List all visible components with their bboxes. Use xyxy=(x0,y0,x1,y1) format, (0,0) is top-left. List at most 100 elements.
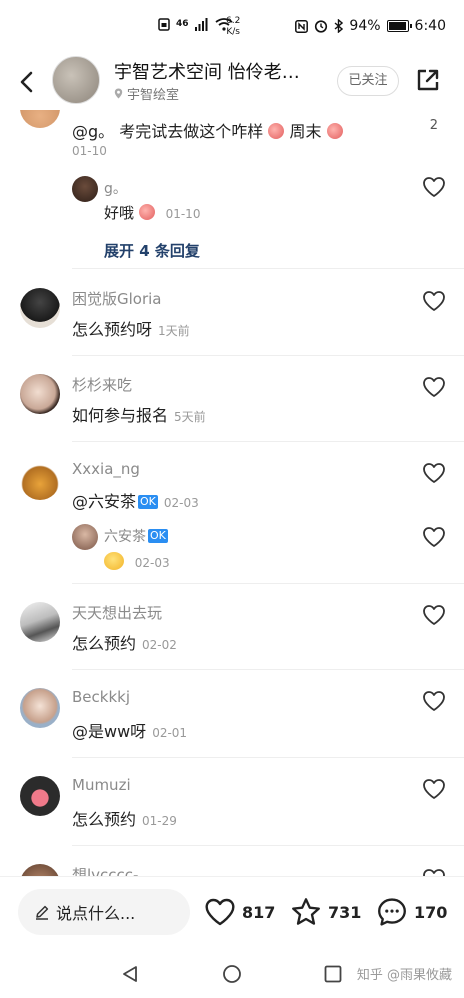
reply-text: 好哦 01-10 xyxy=(104,202,200,223)
comment-username[interactable]: 天天想出去玩 xyxy=(72,602,162,623)
commenter-avatar[interactable] xyxy=(20,602,60,642)
heart-icon[interactable] xyxy=(422,526,446,548)
heart-icon[interactable] xyxy=(422,778,446,800)
sim-icon xyxy=(158,18,170,31)
comment-username[interactable]: Beckkkj xyxy=(72,688,130,706)
header: 宇智艺术空间 怡伶老… 宇智绘室 已关注 xyxy=(0,56,464,110)
comment-body: @g。 考完试去做这个咋样 xyxy=(72,122,264,141)
author-avatar[interactable] xyxy=(52,56,100,104)
comment-item: 杉杉来吃 如何参与报名 5天前 xyxy=(0,356,464,442)
comment-username[interactable]: Xxxia_ng xyxy=(72,460,140,478)
share-icon[interactable] xyxy=(414,66,442,94)
peach-emoji-icon xyxy=(138,204,155,220)
location-label: 宇智绘室 xyxy=(127,88,180,103)
commenter-avatar[interactable] xyxy=(20,288,60,328)
comment-body: 如何参与报名 xyxy=(72,406,169,425)
heart-icon[interactable] xyxy=(422,462,446,484)
bottom-action-bar: 说点什么... 817 731 170 xyxy=(0,876,464,950)
heart-icon[interactable] xyxy=(422,604,446,626)
watermark: 知乎 @雨果攸藏 xyxy=(356,968,452,983)
nav-back-icon[interactable] xyxy=(120,964,140,984)
comment-body: @六安茶 xyxy=(72,492,137,511)
expand-replies-link[interactable]: 展开 4 条回复 xyxy=(104,240,200,261)
status-right: 94% 6:40 xyxy=(295,18,446,34)
commenter-avatar[interactable] xyxy=(20,110,60,128)
heart-icon[interactable] xyxy=(422,690,446,712)
comment-text: 如何参与报名 5天前 xyxy=(72,402,206,426)
comment-date: 1天前 xyxy=(158,324,190,338)
comment-input-placeholder: 说点什么... xyxy=(56,904,136,923)
bluetooth-icon xyxy=(334,19,344,33)
comment-date: 02-01 xyxy=(152,726,188,740)
commenter-avatar[interactable] xyxy=(20,688,60,728)
comment-item: Beckkkj @是ww呀 02-01 xyxy=(0,670,464,758)
divider xyxy=(72,268,464,269)
ok-badge: OK xyxy=(138,495,158,509)
comment-username[interactable]: Mumuzi xyxy=(72,776,131,794)
net-speed-value: 6.2 xyxy=(226,16,241,26)
comment-text: @是ww呀 02-01 xyxy=(72,718,187,742)
commenter-avatar[interactable] xyxy=(20,460,60,500)
reply-username[interactable]: 六安茶 OK xyxy=(104,526,168,546)
comment-text: @六安茶 OK 02-03 xyxy=(72,488,199,512)
nfc-icon xyxy=(295,19,309,33)
nav-home-icon[interactable] xyxy=(222,964,242,984)
net-speed: 6.2 K/s xyxy=(226,16,240,38)
net-speed-unit: K/s xyxy=(226,27,240,37)
star-icon xyxy=(292,898,320,925)
signal-icon xyxy=(194,18,208,31)
comment-body: 怎么预约 xyxy=(72,634,137,653)
comment-button[interactable]: 170 xyxy=(376,897,447,927)
comment-list[interactable]: @g。 考完试去做这个咋样 周末 2 01-10 g。 好哦 01-10 展开 … xyxy=(0,110,464,876)
heart-icon[interactable] xyxy=(422,868,446,876)
battery-icon xyxy=(386,20,412,32)
peach-emoji-icon xyxy=(268,123,285,139)
reply-body: 好哦 xyxy=(104,204,135,222)
comment-text: @g。 考完试去做这个咋样 周末 xyxy=(72,118,343,142)
location-pin-icon xyxy=(114,88,123,99)
comment-item: Xxxia_ng @六安茶 OK 02-03 六安茶 OK 02-03 xyxy=(0,442,464,584)
reply-username[interactable]: g。 xyxy=(104,178,127,198)
comment-text: 怎么预约呀 1天前 xyxy=(72,316,190,340)
comment-date: 5天前 xyxy=(174,410,206,424)
like-button[interactable]: 817 xyxy=(204,897,275,927)
author-name[interactable]: 宇智艺术空间 怡伶老… xyxy=(114,58,320,84)
ok-badge: OK xyxy=(148,529,168,543)
note-detail-page: 46 6.2 K/s 94% 6:40 宇智艺术空间 怡伶老… 宇智绘室 已关注 xyxy=(0,0,464,998)
status-bar: 46 6.2 K/s 94% 6:40 xyxy=(0,0,464,56)
comment-item: 困觉版Gloria 怎么预约呀 1天前 xyxy=(0,270,464,356)
comment-username[interactable]: 杉杉来吃 xyxy=(72,374,132,395)
collect-count: 731 xyxy=(328,902,362,922)
heart-icon[interactable] xyxy=(422,176,446,198)
reply-avatar[interactable] xyxy=(72,524,98,550)
comment-username[interactable]: 困觉版Gloria xyxy=(72,288,162,309)
comment-input[interactable]: 说点什么... xyxy=(18,889,190,935)
commenter-avatar[interactable] xyxy=(20,374,60,414)
commenter-avatar[interactable] xyxy=(20,864,60,876)
comment-body: @是ww呀 xyxy=(72,722,147,741)
collect-button[interactable]: 731 xyxy=(290,897,361,927)
comment-username[interactable]: 想lvcccc- xyxy=(72,864,138,876)
system-nav-bar: 知乎 @雨果攸藏 xyxy=(0,950,464,998)
nav-recents-icon[interactable] xyxy=(323,964,343,984)
peach-emoji-icon xyxy=(326,123,343,139)
comment-item: 想lvcccc- xyxy=(0,846,464,876)
signal-group: 46 xyxy=(158,18,233,31)
comment-item: 天天想出去玩 怎么预约 02-02 xyxy=(0,584,464,670)
comment-bubble-icon xyxy=(378,898,406,926)
comment-text: 怎么预约 01-29 xyxy=(72,806,177,830)
reply-avatar[interactable] xyxy=(72,176,98,202)
follow-button[interactable]: 已关注 xyxy=(337,66,399,96)
heart-icon xyxy=(205,898,235,926)
heart-icon[interactable] xyxy=(422,376,446,398)
reply-username-text: 六安茶 xyxy=(104,529,146,545)
clock: 6:40 xyxy=(414,18,446,34)
reply-text: 02-03 xyxy=(104,552,170,571)
battery-percent: 94% xyxy=(349,18,381,34)
like-count: 817 xyxy=(242,902,276,922)
heart-icon[interactable] xyxy=(422,290,446,312)
comment-date: 01-10 xyxy=(72,144,107,158)
commenter-avatar[interactable] xyxy=(20,776,60,816)
network-type: 46 xyxy=(176,19,189,29)
back-arrow-icon[interactable] xyxy=(14,68,42,96)
